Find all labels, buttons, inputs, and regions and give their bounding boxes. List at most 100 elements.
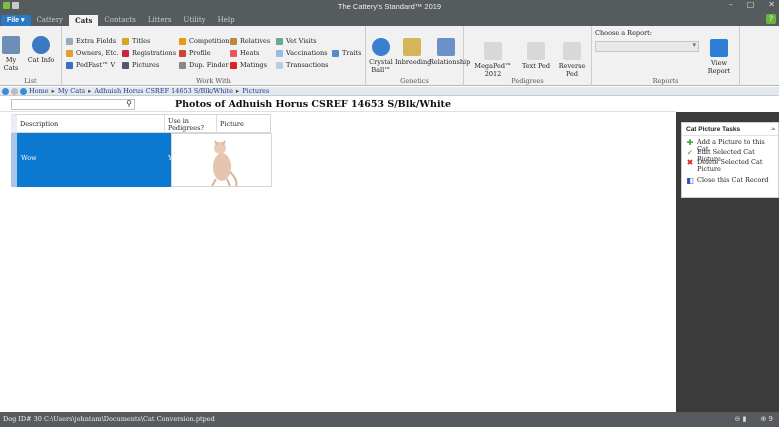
collapse-icon[interactable]: ≈ — [771, 123, 775, 136]
traits-button[interactable]: Traits — [332, 48, 361, 59]
text-ped-button[interactable]: Text Ped — [520, 42, 552, 70]
traits-icon — [332, 50, 339, 57]
home-icon[interactable] — [20, 87, 27, 95]
vaccinations-button[interactable]: Vaccinations — [276, 48, 328, 59]
tab-cats[interactable]: Cats — [69, 15, 99, 26]
maximize-button[interactable]: □ — [747, 0, 755, 9]
megaped-icon — [484, 42, 502, 60]
group-genetics: Crystal Ball™ Inbreeding Relationship Ge… — [366, 26, 470, 86]
relatives-button[interactable]: Relatives — [230, 36, 270, 47]
pictures-button[interactable]: Pictures — [122, 60, 159, 71]
tab-help[interactable]: Help — [212, 15, 241, 26]
matings-icon — [230, 62, 237, 69]
help-icon[interactable]: ? — [766, 14, 776, 24]
group-label-genetics: Genetics — [400, 77, 429, 85]
dup-finder-button[interactable]: Dup. Finder — [179, 60, 229, 71]
cats-list-icon — [2, 36, 20, 54]
window-title: The Cattery's Standard™ 2019 — [337, 2, 442, 11]
breadcrumb-home[interactable]: Home — [29, 87, 49, 95]
registrations-icon — [122, 50, 129, 57]
group-list: My Cats Cat Info List — [0, 26, 62, 86]
matings-button[interactable]: Matings — [230, 60, 267, 71]
profile-button[interactable]: Profile — [179, 48, 211, 59]
pedfast-icon — [66, 62, 73, 69]
crystal-ball-icon — [372, 38, 390, 56]
status-bar: Dog ID# 30 C:\Users\johntam\Documents\Ca… — [0, 412, 779, 427]
cell-description: Wow — [21, 154, 37, 162]
tab-litters[interactable]: Litters — [142, 15, 178, 26]
cat-picture-tasks-panel: Cat Picture Tasks ≈ ✚ Add a Picture to th… — [681, 122, 779, 198]
dup-finder-icon — [179, 62, 186, 69]
column-use-in-pedigrees[interactable]: Use in Pedigrees? — [165, 115, 217, 134]
back-icon[interactable] — [2, 87, 9, 95]
cat-photo — [171, 133, 272, 187]
cat-image — [211, 140, 238, 187]
ribbon-tabs: File ▾ Cattery Cats Contacts Litters Uti… — [0, 13, 779, 26]
status-text: Dog ID# 30 C:\Users\johntam\Documents\Ca… — [3, 415, 215, 423]
zoom-in-icon[interactable]: ⊕ 9 — [760, 412, 773, 427]
cat-info-icon — [32, 36, 50, 54]
choose-report-label: Choose a Report: — [595, 29, 652, 37]
vet-visits-button[interactable]: Vet Visits — [276, 36, 317, 47]
search-row: ⚲ Photos of Adhuish Horus CSREF 14653 S/… — [0, 97, 676, 112]
breadcrumb: Home ▸ My Cats ▸ Adhuish Horus CSREF 14653… — [0, 87, 779, 96]
breadcrumb-my-cats[interactable]: My Cats — [58, 87, 85, 95]
title-bar: The Cattery's Standard™ 2019 – □ ✕ — [0, 0, 779, 13]
delete-icon: ✖ — [686, 158, 694, 167]
owners-icon — [66, 50, 73, 57]
megaped-button[interactable]: MegaPed™ 2012 — [467, 42, 519, 78]
tab-utility[interactable]: Utility — [177, 15, 211, 26]
competition-button[interactable]: Competition — [179, 36, 230, 47]
relationship-icon — [437, 38, 455, 56]
owners-button[interactable]: Owners, Etc. — [66, 48, 119, 59]
breadcrumb-cat[interactable]: Adhuish Horus CSREF 14653 S/Blk/White — [94, 87, 233, 95]
inbreeding-icon — [403, 38, 421, 56]
titles-button[interactable]: Titles — [122, 36, 150, 47]
tasks-header: Cat Picture Tasks ≈ — [682, 123, 778, 136]
report-select[interactable] — [595, 41, 699, 52]
heats-button[interactable]: Heats — [230, 48, 259, 59]
tab-cattery[interactable]: Cattery — [31, 15, 70, 26]
pictures-icon — [122, 62, 129, 69]
tab-contacts[interactable]: Contacts — [98, 15, 141, 26]
check-icon: ✓ — [686, 148, 694, 157]
competition-icon — [179, 38, 186, 45]
pedfast-button[interactable]: PedFast™ V — [66, 60, 115, 71]
pictures-table: Description Use in Pedigrees? Picture Wo… — [11, 114, 272, 187]
group-pedigrees: MegaPed™ 2012 Text Ped Reverse Ped Pedig… — [464, 26, 592, 86]
relationship-button[interactable]: Relationship — [429, 38, 470, 66]
extra-fields-icon — [66, 38, 73, 45]
view-report-icon — [710, 39, 728, 57]
breadcrumb-pictures[interactable]: Pictures — [242, 87, 269, 95]
zoom-out-icon[interactable]: ⊖ ▮ — [735, 412, 747, 427]
task-delete-picture[interactable]: ✖ Delete Selected Cat Picture — [686, 159, 772, 173]
group-label-work-with: Work With — [196, 77, 231, 85]
table-row[interactable]: Wow Y — [11, 133, 272, 187]
cat-info-button[interactable]: Cat Info — [23, 36, 59, 64]
transactions-button[interactable]: Transactions — [276, 60, 328, 71]
registrations-button[interactable]: Registrations — [122, 48, 176, 59]
column-description[interactable]: Description — [17, 115, 165, 134]
forward-icon[interactable] — [11, 87, 18, 95]
column-picture[interactable]: Picture — [217, 115, 271, 134]
tasks-title: Cat Picture Tasks — [686, 126, 741, 133]
group-work-with: Extra Fields Owners, Etc. PedFast™ V Tit… — [62, 26, 366, 86]
close-button[interactable]: ✕ — [768, 0, 775, 9]
tab-file[interactable]: File ▾ — [1, 15, 31, 26]
transactions-icon — [276, 62, 283, 69]
table-header: Description Use in Pedigrees? Picture — [11, 114, 271, 134]
inbreeding-button[interactable]: Inbreeding — [395, 38, 431, 66]
group-label-pedigrees: Pedigrees — [511, 77, 544, 85]
vaccinations-icon — [276, 50, 283, 57]
extra-fields-button[interactable]: Extra Fields — [66, 36, 116, 47]
search-icon[interactable]: ⚲ — [126, 99, 132, 108]
search-input[interactable]: ⚲ — [11, 99, 135, 110]
reverse-ped-button[interactable]: Reverse Ped — [553, 42, 591, 78]
view-report-button[interactable]: View Report — [699, 39, 739, 75]
task-close-record[interactable]: ◧ Close this Cat Record — [686, 176, 768, 185]
crystal-ball-button[interactable]: Crystal Ball™ — [367, 38, 395, 74]
close-record-icon: ◧ — [686, 176, 694, 185]
vet-visits-icon — [276, 38, 283, 45]
my-cats-button[interactable]: My Cats — [2, 36, 20, 72]
minimize-button[interactable]: – — [729, 0, 733, 9]
